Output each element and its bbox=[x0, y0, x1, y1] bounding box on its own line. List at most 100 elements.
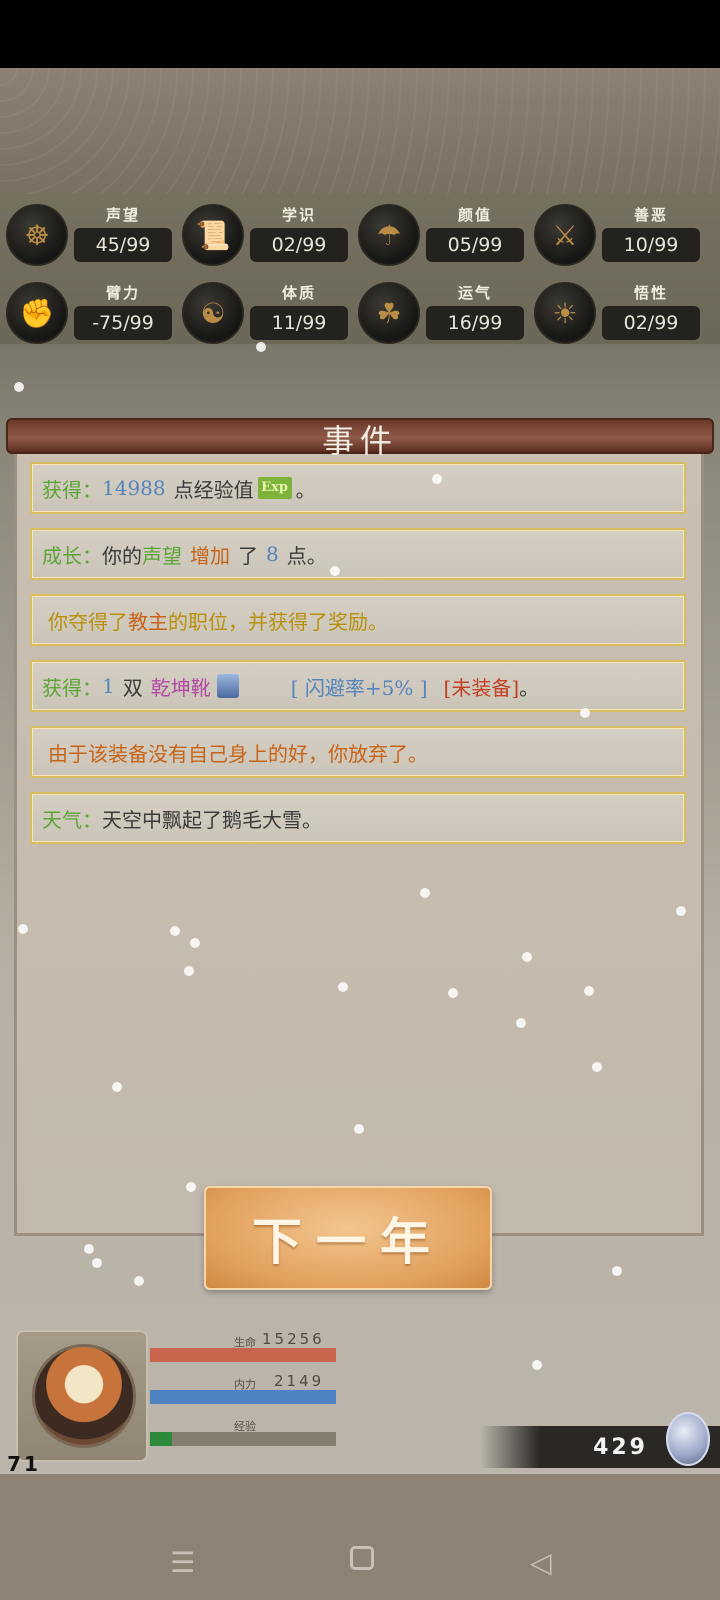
event-text: 了 bbox=[238, 543, 258, 568]
event-verb: 增加 bbox=[190, 543, 230, 568]
item-amount: 1 bbox=[102, 674, 115, 698]
stat-label: 颜值 bbox=[457, 206, 492, 224]
mp-value: 2149 bbox=[274, 1372, 325, 1390]
next-year-button[interactable]: 下一年 bbox=[204, 1186, 492, 1290]
currency-amount: 429 bbox=[593, 1434, 648, 1460]
event-text: 由于该装备没有自己身上的好，你放弃了。 bbox=[48, 741, 428, 766]
event-end: 。 bbox=[519, 675, 540, 700]
role-name: 教主 bbox=[128, 609, 168, 634]
event-row: 由于该装备没有自己身上的好，你放弃了。 bbox=[30, 726, 686, 778]
mp-bar bbox=[150, 1390, 336, 1404]
stat-morality[interactable]: ⚔ 善恶 10/99 bbox=[528, 200, 706, 268]
attribute-name: 声望 bbox=[142, 543, 182, 568]
equip-status: [未装备] bbox=[443, 675, 520, 700]
stat-value: 11/99 bbox=[250, 306, 348, 340]
growth-amount: 8 bbox=[266, 542, 279, 566]
snowflake bbox=[612, 1266, 622, 1276]
snowflake bbox=[92, 1258, 102, 1268]
exp-bar bbox=[150, 1432, 336, 1446]
snowflake bbox=[584, 986, 594, 996]
stat-looks[interactable]: ☂ 颜值 05/99 bbox=[352, 200, 530, 268]
stat-luck[interactable]: ☘ 运气 16/99 bbox=[352, 278, 530, 346]
event-row: 获得： 1 双 乾坤靴 [ 闪避率+5% ] [未装备] 。 bbox=[30, 660, 686, 712]
stat-insight[interactable]: ☀ 悟性 02/99 bbox=[528, 278, 706, 346]
snowflake bbox=[112, 1082, 122, 1092]
luck-icon: ☘ bbox=[358, 282, 420, 344]
stat-label: 善恶 bbox=[633, 206, 668, 224]
snowflake bbox=[256, 342, 266, 352]
snowflake bbox=[186, 1182, 196, 1192]
stat-label: 臂力 bbox=[105, 284, 140, 302]
item-unit: 双 bbox=[122, 675, 143, 700]
hp-bar bbox=[150, 1348, 336, 1362]
level-badge: 71 bbox=[7, 1452, 41, 1476]
coin-icon[interactable] bbox=[666, 1412, 710, 1466]
exp-icon: Exp bbox=[257, 477, 292, 499]
exp-bar-fill bbox=[150, 1432, 173, 1446]
stat-value: 05/99 bbox=[426, 228, 524, 262]
navigation-bar bbox=[0, 1474, 720, 1600]
stat-constitution[interactable]: ☯ 体质 11/99 bbox=[176, 278, 354, 346]
stat-label: 声望 bbox=[105, 206, 140, 224]
stat-knowledge[interactable]: 📜 学识 02/99 bbox=[176, 200, 354, 268]
stat-strength[interactable]: ✊ 臂力 -75/99 bbox=[0, 278, 178, 346]
strength-icon: ✊ bbox=[6, 282, 68, 344]
stat-label: 学识 bbox=[281, 206, 316, 224]
event-text: 点经验值 bbox=[173, 477, 254, 502]
home-icon[interactable] bbox=[350, 1546, 374, 1570]
event-row: 获得： 14988 点经验值 Exp 。 bbox=[30, 462, 686, 514]
event-prefix: 成长： bbox=[42, 543, 102, 568]
swords-icon: ⚔ bbox=[534, 204, 596, 266]
snowflake bbox=[338, 982, 348, 992]
event-row: 你夺得了 教主 的职位，并获得了奖励。 bbox=[30, 594, 686, 646]
snowflake bbox=[330, 566, 340, 576]
status-bar bbox=[0, 0, 720, 68]
event-text: 你的 bbox=[102, 543, 142, 568]
event-end: 。 bbox=[295, 477, 316, 502]
snowflake bbox=[432, 474, 442, 484]
event-row: 天气： 天空中飘起了鹅毛大雪。 bbox=[30, 792, 686, 844]
stat-label: 体质 bbox=[281, 284, 316, 302]
stat-value: 02/99 bbox=[602, 306, 700, 340]
snowflake bbox=[184, 966, 194, 976]
event-text: 点。 bbox=[286, 543, 327, 568]
mp-bar-fill bbox=[150, 1390, 336, 1404]
snowflake bbox=[522, 952, 532, 962]
snowflake bbox=[354, 1124, 364, 1134]
hp-bar-fill bbox=[150, 1348, 336, 1362]
snowflake bbox=[580, 708, 590, 718]
event-prefix: 获得： bbox=[42, 675, 102, 700]
stat-value: -75/99 bbox=[74, 306, 172, 340]
menu-icon[interactable]: ☰ bbox=[170, 1546, 195, 1579]
insight-icon: ☀ bbox=[534, 282, 596, 344]
hp-value: 15256 bbox=[262, 1330, 325, 1348]
stat-label: 悟性 bbox=[633, 284, 668, 302]
stat-label: 运气 bbox=[457, 284, 492, 302]
item-attribute: [ 闪避率+5% ] bbox=[290, 675, 428, 700]
snowflake bbox=[14, 382, 24, 392]
snowflake bbox=[420, 888, 430, 898]
stat-value: 45/99 bbox=[74, 228, 172, 262]
snowflake bbox=[532, 1360, 542, 1370]
item-name: 乾坤靴 bbox=[150, 675, 211, 700]
back-icon[interactable]: ◁ bbox=[530, 1546, 552, 1579]
event-prefix: 获得： bbox=[42, 477, 102, 502]
top-banner bbox=[0, 68, 720, 194]
snowflake bbox=[592, 1062, 602, 1072]
exp-amount: 14988 bbox=[102, 476, 166, 500]
event-row: 成长： 你的 声望 增加 了 8 点。 bbox=[30, 528, 686, 580]
snowflake bbox=[84, 1244, 94, 1254]
reputation-icon: ☸ bbox=[6, 204, 68, 266]
stat-value: 16/99 bbox=[426, 306, 524, 340]
stat-reputation[interactable]: ☸ 声望 45/99 bbox=[0, 200, 178, 268]
hat-icon: ☂ bbox=[358, 204, 420, 266]
snowflake bbox=[170, 926, 180, 936]
snowflake bbox=[676, 906, 686, 916]
body-icon: ☯ bbox=[182, 282, 244, 344]
snowflake bbox=[448, 988, 458, 998]
stat-value: 02/99 bbox=[250, 228, 348, 262]
event-text: 的职位，并获得了奖励。 bbox=[168, 609, 388, 634]
panel-title: 事件 bbox=[321, 422, 398, 460]
boots-icon bbox=[216, 674, 239, 698]
event-text: 你夺得了 bbox=[48, 609, 128, 634]
